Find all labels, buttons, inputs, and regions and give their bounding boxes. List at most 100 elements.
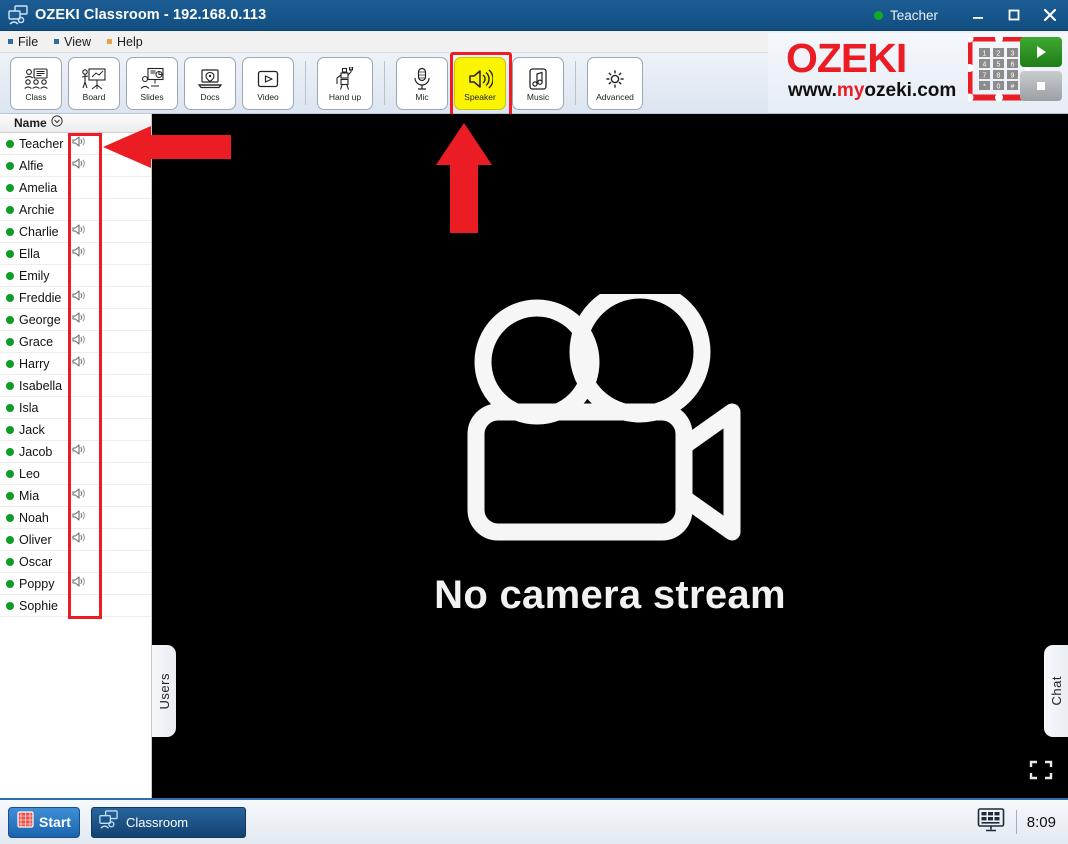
speaker-small-icon[interactable] (72, 531, 86, 549)
users-side-tab-label: Users (156, 672, 172, 710)
speaker-small-icon[interactable] (72, 245, 86, 263)
speaker-small-icon[interactable] (72, 135, 86, 153)
ozeki-logo-block: OZEKI www.myozeki.com 1 2 3 4 5 6 7 8 9 * 0 # (768, 33, 1068, 113)
maximize-button[interactable] (996, 1, 1032, 30)
user-list-item[interactable]: George (0, 309, 151, 331)
user-list-item[interactable]: Mia (0, 485, 151, 507)
arrow-left-annotation (103, 126, 231, 173)
toolbar-button-hand-up[interactable]: Hand up (317, 56, 373, 110)
svg-text:6: 6 (1011, 61, 1015, 68)
toolbar-button-speaker-label: Speaker (464, 91, 496, 102)
user-list-item-name: Amelia (19, 180, 58, 195)
speaker-small-icon[interactable] (72, 157, 86, 175)
toolbar-button-class[interactable]: Class (10, 56, 62, 110)
online-status-dot (6, 227, 14, 236)
toolbar-button-slides[interactable]: Slides (126, 56, 178, 110)
menu-item-help[interactable]: Help (107, 35, 143, 49)
user-list-item-name: Oscar (19, 554, 53, 569)
menu-item-file[interactable]: File (8, 35, 38, 49)
app-icon (7, 4, 29, 26)
user-list-item-name: Teacher (19, 136, 64, 151)
classroom-icon (98, 809, 119, 835)
start-button[interactable]: Start (8, 806, 80, 838)
menu-item-view-label: View (64, 34, 92, 49)
user-list-item[interactable]: Sophie (0, 595, 151, 617)
speaker-small-icon[interactable] (72, 333, 86, 351)
fullscreen-icon[interactable] (1028, 759, 1054, 786)
display-settings-icon[interactable] (976, 807, 1006, 838)
taskbar-item-classroom-label: Classroom (126, 814, 189, 830)
chat-side-tab[interactable]: Chat (1044, 645, 1068, 737)
user-list-item[interactable]: Amelia (0, 177, 151, 199)
speaker-small-icon[interactable] (72, 355, 86, 373)
menu-item-view[interactable]: View (54, 35, 91, 49)
stop-button[interactable] (1020, 71, 1062, 101)
user-list-item[interactable]: Emily (0, 265, 151, 287)
ozeki-url-highlight: my (836, 80, 865, 101)
toolbar-separator (305, 61, 306, 105)
online-status-dot (6, 359, 14, 368)
toolbar-button-mic[interactable]: Mic (396, 56, 448, 110)
svg-text:8: 8 (997, 72, 1001, 79)
user-list-item-name: Grace (19, 334, 54, 349)
speaker-small-icon[interactable] (72, 289, 86, 307)
toolbar-button-class-label: Class (25, 91, 47, 102)
user-list-item[interactable]: Freddie (0, 287, 151, 309)
docs-icon (197, 65, 223, 91)
speaker-small-icon[interactable] (72, 487, 86, 505)
online-status-dot (6, 425, 14, 434)
menu-bullet-icon (54, 39, 60, 44)
user-list-item[interactable]: Oscar (0, 551, 151, 573)
user-list-item-name: Charlie (19, 224, 59, 239)
speaker-small-icon[interactable] (72, 509, 86, 527)
speaker-small-icon[interactable] (72, 311, 86, 329)
tray-divider (1015, 810, 1017, 834)
user-list-item[interactable]: Oliver (0, 529, 151, 551)
speaker-small-icon[interactable] (72, 575, 86, 593)
ozeki-url-text: www.myozeki.com (788, 80, 956, 102)
chevron-down-circle-icon[interactable] (51, 114, 63, 132)
svg-text:5: 5 (997, 61, 1001, 68)
close-button[interactable] (1032, 1, 1068, 30)
speaker-small-icon[interactable] (72, 443, 86, 461)
svg-text:*: * (983, 83, 986, 90)
user-list-item-name: Ella (19, 246, 40, 261)
toolbar-button-speaker[interactable]: Speaker (450, 51, 512, 117)
logo-side-buttons (1020, 37, 1062, 101)
svg-text:#: # (1011, 83, 1015, 90)
user-list-item[interactable]: Isabella (0, 375, 151, 397)
toolbar-button-music[interactable]: Music (512, 56, 564, 110)
user-list-item[interactable]: Ella (0, 243, 151, 265)
minimize-button[interactable] (960, 1, 996, 30)
svg-text:0: 0 (997, 83, 1001, 90)
user-list-item[interactable]: Isla (0, 397, 151, 419)
speaker-small-icon[interactable] (72, 223, 86, 241)
user-list-item[interactable]: Grace (0, 331, 151, 353)
ozeki-url-suffix: ozeki.com (864, 80, 957, 101)
toolbar-button-mic-label: Mic (415, 91, 429, 102)
ozeki-url-prefix: www. (788, 80, 837, 101)
user-list-item-name: Harry (19, 356, 50, 371)
user-list-item[interactable]: Jacob (0, 441, 151, 463)
user-list-item[interactable]: Jack (0, 419, 151, 441)
user-list-item[interactable]: Noah (0, 507, 151, 529)
user-list-item[interactable]: Poppy (0, 573, 151, 595)
camera-stream-area[interactable]: No camera stream (152, 114, 1068, 798)
toolbar-button-board[interactable]: Board (68, 56, 120, 110)
menu-item-file-label: File (18, 34, 39, 49)
user-list-item[interactable]: Harry (0, 353, 151, 375)
taskbar-item-classroom[interactable]: Classroom (91, 806, 246, 838)
window-title-separator: - (163, 7, 169, 23)
user-list-item[interactable]: Leo (0, 463, 151, 485)
toolbar-button-advanced[interactable]: Advanced (587, 56, 643, 110)
users-side-tab[interactable]: Users (152, 645, 176, 737)
online-status-dot (6, 447, 14, 456)
user-list-item[interactable]: Archie (0, 199, 151, 221)
toolbar-button-docs[interactable]: Docs (184, 56, 236, 110)
toolbar-button-video[interactable]: Video (242, 56, 294, 110)
toolbar-button-music-label: Music (526, 91, 550, 102)
user-list-item[interactable]: Charlie (0, 221, 151, 243)
toolbar-separator (384, 61, 385, 105)
play-button[interactable] (1020, 37, 1062, 67)
windows-start-icon (17, 811, 34, 833)
